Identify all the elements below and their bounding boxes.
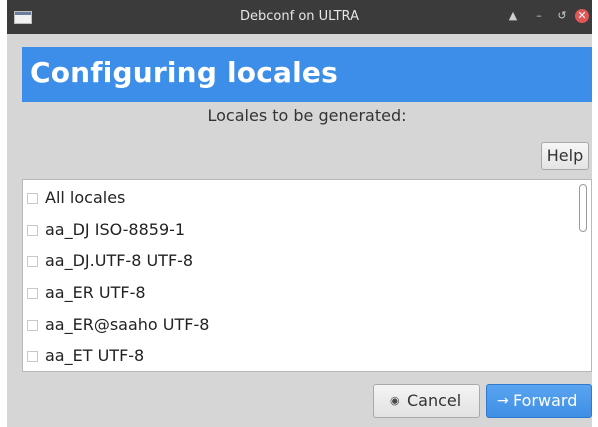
forward-button[interactable]: → Forward <box>486 384 592 418</box>
title-bar[interactable]: Debconf on ULTRA ▲ – ↺ ✕ <box>7 0 592 34</box>
list-item[interactable]: All locales <box>23 182 575 213</box>
page-title: Configuring locales <box>30 56 338 89</box>
restore-icon[interactable]: ↺ <box>554 8 570 24</box>
checkbox[interactable] <box>27 256 38 267</box>
list-item-label: aa_DJ ISO-8859-1 <box>45 220 186 239</box>
checkbox[interactable] <box>27 193 38 204</box>
help-button[interactable]: Help <box>541 142 589 170</box>
close-icon[interactable]: ✕ <box>575 9 589 23</box>
prompt-label: Locales to be generated: <box>207 106 407 125</box>
minimize-icon[interactable]: – <box>531 8 547 24</box>
checkbox[interactable] <box>27 320 38 331</box>
cancel-button[interactable]: ◉ Cancel <box>373 384 480 418</box>
list-item[interactable]: aa_DJ ISO-8859-1 <box>23 214 575 245</box>
checkbox[interactable] <box>27 225 38 236</box>
list-item[interactable]: aa_DJ.UTF-8 UTF-8 <box>23 245 575 276</box>
locale-list[interactable]: All locales aa_DJ ISO-8859-1 aa_DJ.UTF-8… <box>22 179 592 372</box>
list-item[interactable]: aa_ER UTF-8 <box>23 277 575 308</box>
list-item-label: All locales <box>45 188 126 207</box>
cancel-radio-icon: ◉ <box>390 394 400 407</box>
list-item[interactable]: aa_ER@saaho UTF-8 <box>23 309 575 340</box>
arrow-right-icon: → <box>497 393 509 409</box>
list-item-label: aa_ET UTF-8 <box>45 346 145 365</box>
checkbox[interactable] <box>27 351 38 362</box>
debconf-window: Debconf on ULTRA ▲ – ↺ ✕ Configuring loc… <box>7 0 592 427</box>
header-banner: Configuring locales <box>22 47 592 102</box>
list-item-label: aa_ER UTF-8 <box>45 283 146 302</box>
list-item[interactable]: aa_ET UTF-8 <box>23 340 575 371</box>
list-item-label: aa_DJ.UTF-8 UTF-8 <box>45 251 194 270</box>
shade-up-icon[interactable]: ▲ <box>505 8 521 24</box>
scrollbar-thumb[interactable] <box>579 184 587 232</box>
cancel-button-label: Cancel <box>407 391 462 410</box>
list-item-label: aa_ER@saaho UTF-8 <box>45 315 210 334</box>
forward-button-label: Forward <box>513 391 578 410</box>
checkbox[interactable] <box>27 288 38 299</box>
